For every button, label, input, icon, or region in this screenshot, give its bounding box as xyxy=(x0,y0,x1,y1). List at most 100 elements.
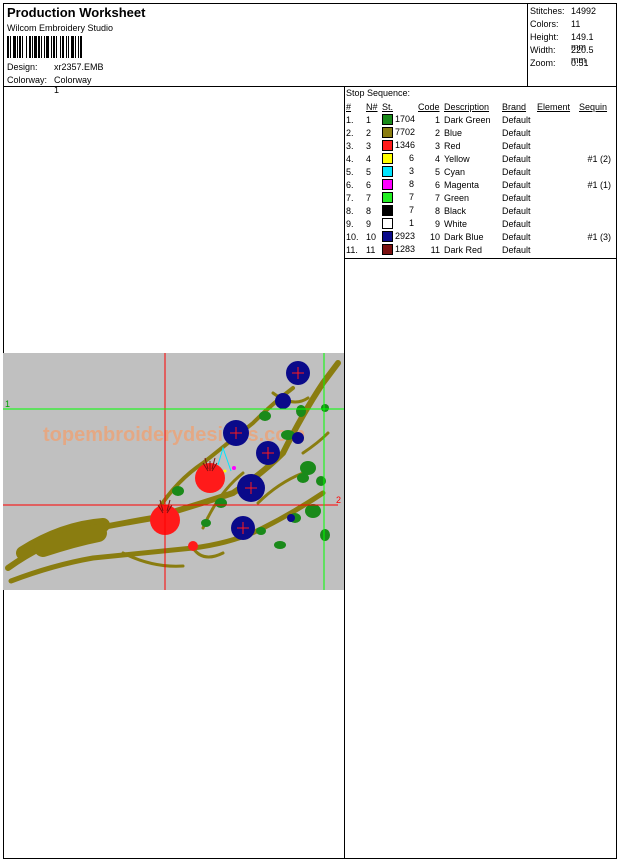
color-swatch xyxy=(382,231,393,242)
cell-n: 9 xyxy=(366,218,372,229)
cell-element xyxy=(535,139,577,152)
cell-num: 3. xyxy=(346,140,354,151)
table-row: 10. 10 2923 10 Dark Blue Default #1 (3) xyxy=(344,230,613,243)
stat-label: Width: xyxy=(530,45,556,55)
cell-sequin xyxy=(577,165,613,178)
cell-code: 4 xyxy=(434,153,440,164)
cell-brand: Default xyxy=(502,231,531,242)
colorway-value: Colorway 1 xyxy=(54,75,92,95)
design-preview-canvas: topembroiderydesigns.com 1 2 xyxy=(3,353,344,590)
table-header-row: # N# St. Code Description Brand Element … xyxy=(344,100,613,113)
cell-description: Blue xyxy=(444,127,463,138)
stitch-count: 7702 xyxy=(395,127,416,137)
cell-num: 9. xyxy=(346,218,354,229)
cell-element xyxy=(535,126,577,139)
cell-sequin xyxy=(577,191,613,204)
cell-n: 6 xyxy=(366,179,372,190)
magenta-detail xyxy=(232,466,236,470)
cell-stitches: 6 xyxy=(380,152,416,165)
color-swatch xyxy=(382,218,393,229)
cell-n: 7 xyxy=(366,192,372,203)
stat-stitches: Stitches: 14992 xyxy=(530,6,596,16)
table-row: 6. 6 8 6 Magenta Default #1 (1) xyxy=(344,178,613,191)
cell-num: 5. xyxy=(346,166,354,177)
stat-zoom: Zoom: 0.51 xyxy=(530,58,589,68)
cell-n: 10 xyxy=(366,231,377,242)
stat-height: Height: 149.1 mm xyxy=(530,32,594,52)
design-preview: topembroiderydesigns.com 1 2 xyxy=(3,353,344,590)
cell-stitches: 8 xyxy=(380,178,416,191)
yellow-detail xyxy=(223,469,227,473)
design-row: Design: xr2357.EMB xyxy=(7,62,104,72)
cell-element xyxy=(535,113,577,126)
color-swatch xyxy=(382,140,393,151)
cell-brand: Default xyxy=(502,166,531,177)
cell-element xyxy=(535,204,577,217)
table-row: 1. 1 1704 1 Dark Green Default xyxy=(344,113,613,126)
cell-num: 1. xyxy=(346,114,354,125)
design-label: Design: xyxy=(7,62,38,72)
cell-description: Dark Green xyxy=(444,114,491,125)
col-description: Description xyxy=(444,101,490,112)
stitch-count: 1283 xyxy=(395,244,416,254)
col-n: N# xyxy=(366,101,378,112)
header-divider xyxy=(3,86,617,87)
cell-stitches: 3 xyxy=(380,165,416,178)
stat-value: 0.51 xyxy=(571,58,589,68)
cell-n: 11 xyxy=(366,244,376,255)
cell-sequin xyxy=(577,217,613,230)
stitch-count: 1 xyxy=(408,218,414,228)
stat-value: 11 xyxy=(571,19,581,29)
stitch-count: 6 xyxy=(408,153,414,163)
stat-label: Height: xyxy=(530,32,559,42)
cell-n: 4 xyxy=(366,153,372,164)
cell-sequin xyxy=(577,113,613,126)
col-sequin: Sequin xyxy=(579,101,608,112)
cell-element xyxy=(535,217,577,230)
col-brand: Brand xyxy=(502,101,527,112)
cell-description: Dark Blue xyxy=(444,231,484,242)
cell-brand: Default xyxy=(502,114,531,125)
color-swatch xyxy=(382,179,393,190)
blue-flower-group xyxy=(223,361,310,540)
cell-description: Red xyxy=(444,140,461,151)
cell-num: 11. xyxy=(346,244,358,255)
stat-width: Width: 220.5 mm xyxy=(530,45,594,65)
table-bottom-divider xyxy=(344,258,617,259)
cell-stitches: 7 xyxy=(380,204,416,217)
col-num: # xyxy=(346,101,352,112)
cell-n: 1 xyxy=(366,114,372,125)
cell-brand: Default xyxy=(502,218,531,229)
cell-description: Green xyxy=(444,192,470,203)
cell-description: Magenta xyxy=(444,179,480,190)
table-row: 2. 2 7702 2 Blue Default xyxy=(344,126,613,139)
cell-stitches: 1283 xyxy=(380,243,416,256)
cell-n: 8 xyxy=(366,205,372,216)
table-row: 11. 11 1283 11 Dark Red Default xyxy=(344,243,613,256)
table-row: 3. 3 1346 3 Red Default xyxy=(344,139,613,152)
cell-code: 2 xyxy=(434,127,440,138)
cell-num: 8. xyxy=(346,205,354,216)
table-row: 7. 7 7 7 Green Default xyxy=(344,191,613,204)
cell-num: 2. xyxy=(346,127,354,138)
stitch-count: 1346 xyxy=(395,140,416,150)
cell-sequin xyxy=(577,243,613,256)
cell-stitches: 7 xyxy=(380,191,416,204)
cell-code: 8 xyxy=(434,205,440,216)
table-row: 5. 5 3 5 Cyan Default xyxy=(344,165,613,178)
color-swatch xyxy=(382,205,393,216)
color-swatch xyxy=(382,127,393,138)
cell-stitches: 2923 xyxy=(380,230,416,243)
cell-code: 6 xyxy=(434,179,440,190)
cell-description: Yellow xyxy=(444,153,470,164)
cell-element xyxy=(535,178,577,191)
app-name: Wilcom Embroidery Studio xyxy=(7,23,114,33)
cell-sequin: #1 (2) xyxy=(587,153,611,164)
guide-marker-1: 1 xyxy=(5,399,10,409)
col-stitches: St. xyxy=(382,101,394,112)
guide-marker-2: 2 xyxy=(336,495,341,505)
stitch-count: 8 xyxy=(408,179,414,189)
cell-code: 7 xyxy=(434,192,440,203)
stop-sequence-table: # N# St. Code Description Brand Element … xyxy=(344,100,613,256)
cell-num: 4. xyxy=(346,153,354,164)
